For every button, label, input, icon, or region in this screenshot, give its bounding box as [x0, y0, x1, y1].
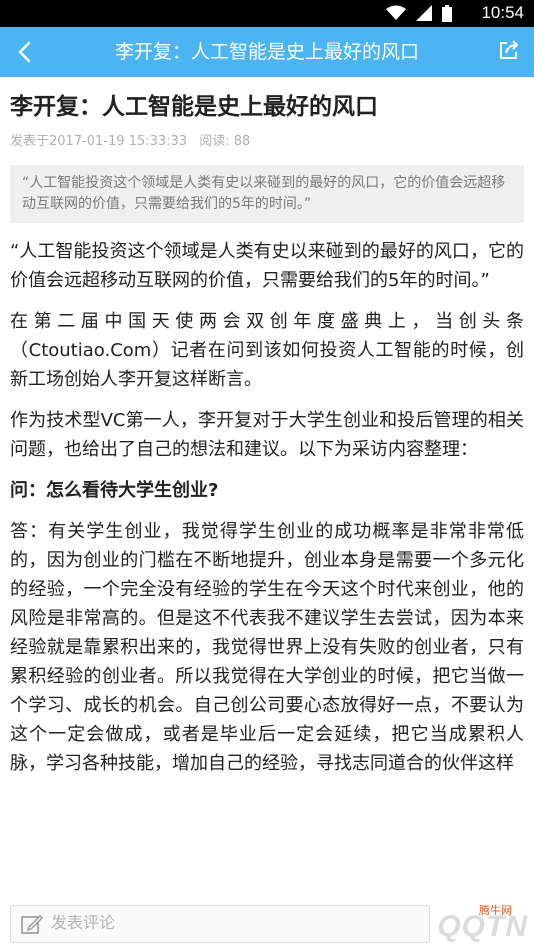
status-bar: 10:54	[0, 0, 534, 27]
article-title: 李开复：人工智能是史上最好的风口	[10, 94, 378, 120]
nav-title: 李开复：人工智能是史上最好的风口	[114, 41, 419, 63]
chevron-left-icon	[18, 41, 31, 63]
article-paragraph: 答：有关学生创业，我觉得学生创业的成功概率是非常非常低的，因为创业的门槛在不断地…	[10, 521, 524, 774]
back-button[interactable]	[8, 36, 40, 68]
article-summary: “人工智能投资这个领域是人类有史以来碰到的最好的风口，它的价值会远超移动互联网的…	[10, 165, 524, 223]
comment-input[interactable]	[51, 906, 421, 942]
publish-date: 发表于2017-01-19 15:33:33	[10, 134, 188, 149]
watermark-logo-text: QQTN	[437, 910, 528, 943]
read-count: 阅读: 88	[199, 134, 251, 149]
edit-icon	[21, 915, 43, 934]
wifi-icon	[386, 5, 406, 20]
article-paragraph: 作为技术型VC第一人，李开复对于大学生创业和投后管理的相关问题，也给出了自己的想…	[10, 410, 524, 460]
share-icon	[500, 40, 519, 59]
qa-heading: 问：怎么看待大学生创业?	[10, 480, 219, 501]
status-icons	[386, 5, 452, 22]
article-paragraph: 在第二届中国天使两会双创年度盛典上，当创头条（Ctoutiao.Com）记者在问…	[10, 311, 524, 390]
battery-icon	[442, 5, 452, 22]
cellular-signal-icon	[416, 5, 432, 21]
comment-box[interactable]	[10, 905, 430, 943]
share-button[interactable]	[498, 39, 524, 65]
nav-bar: 李开复：人工智能是史上最好的风口	[0, 27, 534, 77]
status-time: 10:54	[481, 3, 524, 22]
article-meta: 发表于2017-01-19 15:33:33 阅读: 88	[10, 133, 524, 151]
site-watermark: 腾牛网 QQTN	[408, 902, 528, 946]
article-paragraph: “人工智能投资这个领域是人类有史以来碰到的最好的风口，它的价值会远超移动互联网的…	[10, 241, 524, 291]
article-content[interactable]: 李开复：人工智能是史上最好的风口 发表于2017-01-19 15:33:33 …	[0, 77, 534, 900]
